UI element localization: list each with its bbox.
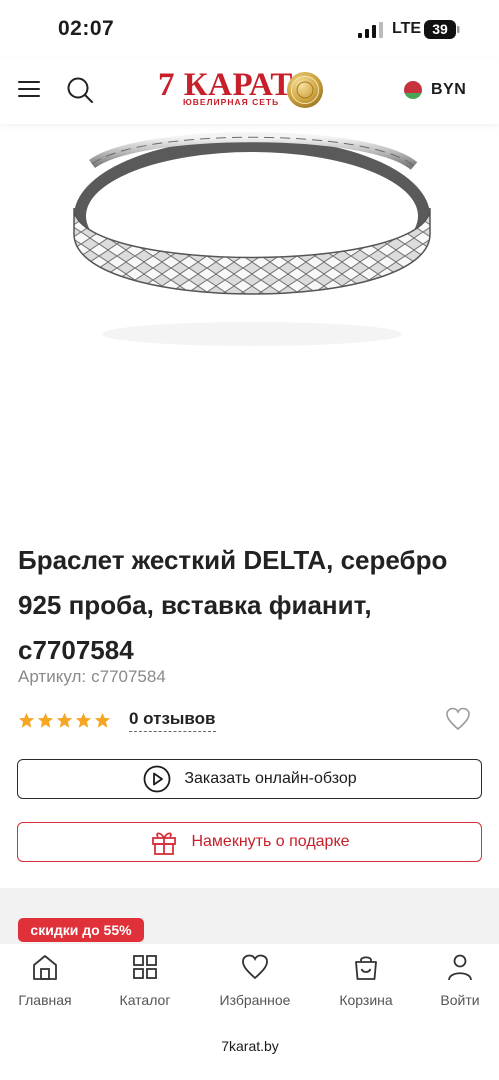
gift-hint-label: Намекнуть о подарке xyxy=(191,833,350,850)
menu-icon xyxy=(18,81,40,97)
nav-label-cart: Корзина xyxy=(339,992,393,1008)
currency-label: BYN xyxy=(431,81,467,98)
belarus-flag-icon xyxy=(404,81,422,99)
bottom-navigation: Главная Каталог Избранное Корзина Войти … xyxy=(0,944,499,1080)
order-online-review-button[interactable]: Заказать онлайн-обзор xyxy=(17,759,482,799)
nav-label-catalog: Каталог xyxy=(119,992,171,1008)
catalog-grid-icon xyxy=(133,955,157,979)
product-image[interactable] xyxy=(0,124,499,514)
sku-label: Артикул: xyxy=(18,667,87,686)
home-icon xyxy=(33,955,57,980)
cart-icon xyxy=(355,956,377,980)
logo-wordmark: 7 КАРАТ xyxy=(158,67,293,103)
search-icon xyxy=(67,77,93,103)
gift-icon xyxy=(149,827,179,857)
product-sku: Артикул: с7707584 xyxy=(18,667,166,687)
nav-label-favorites: Избранное xyxy=(219,992,291,1008)
battery-level: 39 xyxy=(432,21,448,37)
currency-selector[interactable]: BYN xyxy=(404,79,466,101)
signal-icon xyxy=(358,22,383,38)
status-bar: 02:07 LTE 39 xyxy=(0,0,499,58)
gold-medal-icon xyxy=(287,72,323,108)
browser-url-bar[interactable]: 7karat.by xyxy=(170,1028,330,1064)
nav-item-login[interactable]: Войти xyxy=(410,952,499,1008)
nav-label-login: Войти xyxy=(440,992,480,1008)
site-logo[interactable]: 7 КАРАТ ЮВЕЛИРНАЯ СЕТЬ xyxy=(158,67,328,110)
menu-button[interactable] xyxy=(14,74,44,104)
discount-badge[interactable]: скидки до 55% xyxy=(18,918,144,942)
star-icon xyxy=(37,712,54,728)
heart-icon xyxy=(242,954,268,980)
network-type: LTE xyxy=(392,20,422,37)
sku-value: с7707584 xyxy=(91,667,166,686)
star-icon xyxy=(94,712,111,728)
product-rating: 0 отзывов xyxy=(18,709,216,732)
nav-item-cart[interactable]: Корзина xyxy=(316,952,416,1008)
product-title: Браслет жесткий DELTA, серебро 925 проба… xyxy=(18,545,448,665)
star-icon xyxy=(18,712,35,728)
gift-hint-button[interactable]: Намекнуть о подарке xyxy=(17,822,482,862)
user-icon xyxy=(448,954,472,981)
search-button[interactable] xyxy=(64,74,96,106)
nav-item-catalog[interactable]: Каталог xyxy=(95,952,195,1008)
logo-tagline: ЮВЕЛИРНАЯ СЕТЬ xyxy=(183,97,280,107)
nav-item-favorites[interactable]: Избранное xyxy=(205,952,305,1008)
nav-item-home[interactable]: Главная xyxy=(0,952,95,1008)
star-icon xyxy=(56,712,73,728)
order-online-review-label: Заказать онлайн-обзор xyxy=(184,770,357,787)
favorite-heart-icon[interactable] xyxy=(445,706,471,732)
rating-stars xyxy=(18,712,111,729)
star-icon xyxy=(75,712,92,728)
app-header: 7 КАРАТ ЮВЕЛИРНАЯ СЕТЬ BYN xyxy=(0,58,499,124)
status-time: 02:07 xyxy=(58,17,115,40)
play-icon xyxy=(142,764,172,794)
nav-label-home: Главная xyxy=(18,992,72,1008)
reviews-link[interactable]: 0 отзывов xyxy=(129,709,216,732)
